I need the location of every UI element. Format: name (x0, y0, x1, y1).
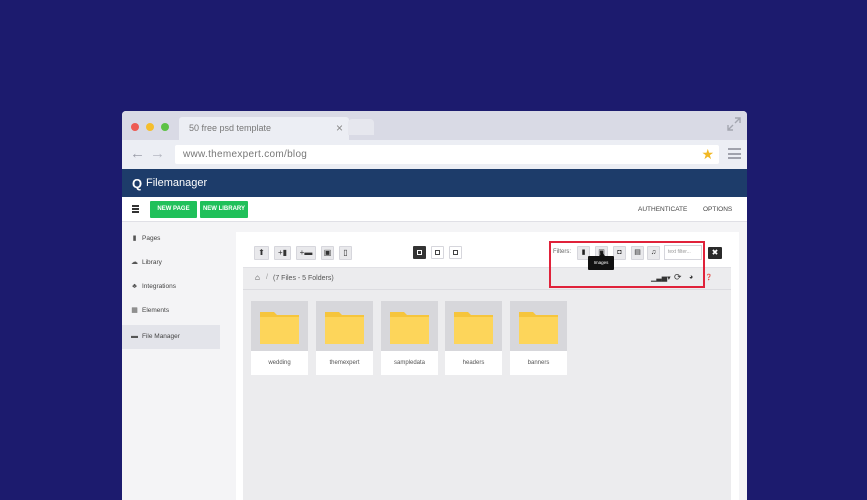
close-window-button[interactable] (131, 123, 139, 131)
browser-tab[interactable]: 50 free psd template × (179, 117, 349, 140)
folder-thumbnail (445, 301, 502, 351)
folder-name: banners (510, 351, 567, 375)
sidebar-item-label: Elements (142, 307, 170, 314)
folder-item[interactable]: headers (445, 301, 502, 375)
sidebar-item-integrations[interactable]: ♣ Integrations (122, 275, 220, 299)
filters-highlight-box (549, 241, 705, 288)
minimize-window-button[interactable] (146, 123, 154, 131)
hamburger-menu-icon[interactable] (132, 205, 139, 213)
sidebar-item-library[interactable]: ☁ Library (122, 251, 220, 275)
folder-name: wedding (251, 351, 308, 375)
delete-button[interactable]: ▯ (339, 246, 352, 260)
sidebar-item-label: Pages (142, 235, 161, 242)
browser-window: 50 free psd template × ← → www.themexper… (122, 111, 747, 500)
folder-thumbnail (251, 301, 308, 351)
cloud-icon: ☁ (131, 259, 138, 266)
bookmark-star-icon[interactable]: ★ (701, 147, 714, 162)
folder-item[interactable]: wedding (251, 301, 308, 375)
close-icon: ✖ (711, 248, 719, 257)
new-folder-icon: +▬ (299, 248, 313, 257)
grid-view-button[interactable] (413, 246, 426, 259)
upload-icon: ⬆ (258, 248, 265, 257)
folder-icon (519, 312, 558, 344)
tab-title: 50 free psd template (189, 123, 272, 133)
folder-item[interactable]: banners (510, 301, 567, 375)
folder-icon (325, 312, 364, 344)
list-view-icon (435, 250, 440, 255)
paste-button[interactable]: ▣ (321, 246, 334, 260)
app-header: Q Filemanager (122, 169, 747, 197)
browser-menu-icon[interactable] (728, 148, 741, 159)
trash-icon: ▯ (343, 248, 348, 257)
folder-name: sampledata (381, 351, 438, 375)
folder-name: headers (445, 351, 502, 375)
sidebar-item-elements[interactable]: ▦ Elements (122, 299, 220, 323)
detail-view-button[interactable] (449, 246, 462, 259)
new-tab-button[interactable] (348, 119, 374, 135)
detail-view-icon (453, 250, 458, 255)
home-icon[interactable]: ⌂ (255, 273, 260, 282)
new-file-icon: +▮ (277, 248, 288, 257)
file-icon: ▬ (131, 333, 138, 340)
address-bar: ← → www.themexpert.com/blog ★ (122, 140, 747, 169)
app-toolbar: NEW PAGE NEW LIBRARY AUTHENTICATE OPTION… (122, 197, 747, 222)
folder-item[interactable]: sampledata (381, 301, 438, 375)
app-title: Filemanager (146, 177, 208, 189)
paste-icon: ▣ (323, 248, 332, 257)
breadcrumb-separator: / (266, 274, 268, 281)
sidebar-item-pages[interactable]: ▮ Pages (122, 227, 220, 251)
folder-icon (390, 312, 429, 344)
new-page-button[interactable]: NEW PAGE (150, 201, 197, 218)
folder-item[interactable]: themexpert (316, 301, 373, 375)
app-logo-icon: Q (132, 176, 143, 191)
fullscreen-icon[interactable] (727, 117, 741, 131)
grid-view-icon (417, 250, 422, 255)
clear-filter-button[interactable]: ✖ (708, 247, 722, 259)
sidebar: ▮ Pages ☁ Library ♣ Integrations ▦ Eleme… (122, 223, 230, 500)
url-text: www.themexpert.com/blog (183, 149, 308, 160)
folder-icon (260, 312, 299, 344)
sidebar-item-label: Library (142, 259, 162, 266)
list-view-button[interactable] (431, 246, 444, 259)
puzzle-icon: ♣ (132, 283, 137, 290)
maximize-window-button[interactable] (161, 123, 169, 131)
new-folder-button[interactable]: +▬ (296, 246, 316, 260)
forward-arrow-icon[interactable]: → (150, 146, 165, 162)
grid-icon: ▦ (131, 307, 138, 314)
sidebar-item-label: Integrations (142, 283, 176, 290)
back-arrow-icon[interactable]: ← (130, 146, 145, 162)
page-icon: ▮ (132, 235, 137, 242)
tab-bar: 50 free psd template × (122, 111, 747, 140)
upload-button[interactable]: ⬆ (254, 246, 269, 260)
sidebar-item-file-manager[interactable]: ▬ File Manager (122, 325, 220, 349)
folder-summary: (7 Files - 5 Folders) (273, 275, 334, 282)
options-link[interactable]: OPTIONS (703, 206, 732, 213)
authenticate-link[interactable]: AUTHENTICATE (638, 206, 687, 213)
folder-thumbnail (381, 301, 438, 351)
folder-thumbnail (510, 301, 567, 351)
sidebar-item-label: File Manager (142, 333, 180, 340)
tab-close-icon[interactable]: × (336, 121, 343, 135)
new-file-button[interactable]: +▮ (274, 246, 291, 260)
url-field[interactable]: www.themexpert.com/blog ★ (175, 145, 719, 164)
folder-thumbnail (316, 301, 373, 351)
new-library-button[interactable]: NEW LIBRARY (200, 201, 248, 218)
folder-name: themexpert (316, 351, 373, 375)
help-icon[interactable]: ❓ (705, 274, 712, 281)
folder-icon (454, 312, 493, 344)
